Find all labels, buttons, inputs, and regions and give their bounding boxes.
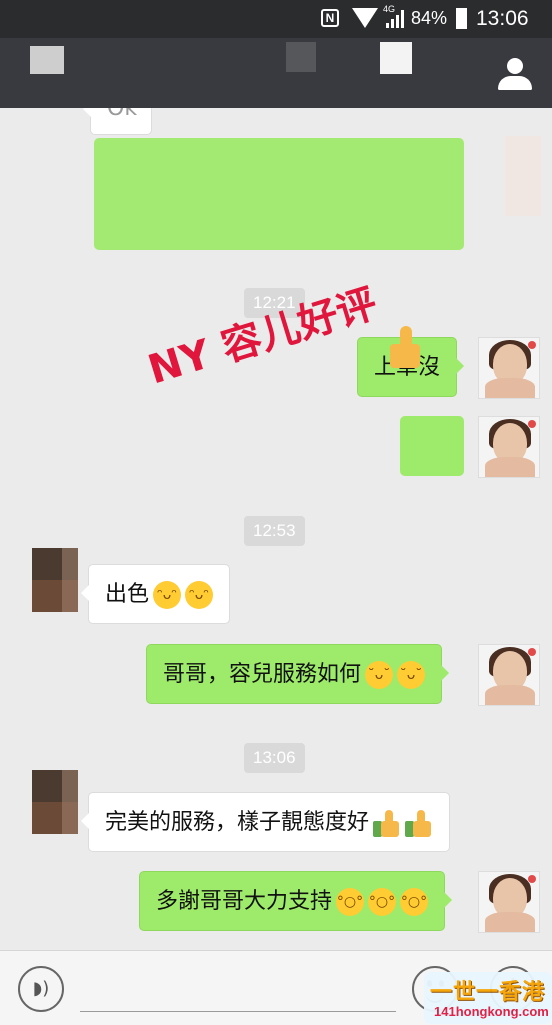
chat-title-redacted [286, 42, 316, 72]
wink-tongue-emoji-icon: ˘ᴗ˘ [365, 661, 394, 689]
message-text: 完美的服務，樣子靚態度好 [105, 810, 370, 835]
grin-emoji-icon: ᵔᴗᵔ [153, 581, 182, 609]
nfc-icon: N [321, 9, 339, 27]
status-bar: N 4G 84% 13:06 [0, 0, 552, 38]
message-bubble-partial[interactable]: Ok [83, 108, 152, 135]
voice-icon[interactable]: ◗) [18, 966, 64, 1012]
signal-icon [386, 10, 406, 28]
logo-url: 141hongkong.com [434, 1004, 549, 1019]
back-button[interactable] [30, 46, 64, 74]
message-bubble-outgoing[interactable]: 哥哥，容兒服務如何 ˘ᴗ˘ ˘ᴗ˘ [146, 644, 450, 704]
flushed-emoji-icon: °○° [400, 888, 429, 916]
image-message[interactable] [400, 416, 464, 476]
chat-messages[interactable]: Ok 12:21 上車沒 12:53 出色ᵔᴗᵔᵔᴗᵔ 哥哥，容兒服務如何˘ᴗ˘… [0, 108, 552, 950]
message-bubble-incoming[interactable]: 出色 ᵔᴗᵔ ᵔᴗᵔ [80, 564, 231, 624]
redacted-avatar [505, 136, 541, 216]
wifi-icon [352, 8, 378, 28]
message-bubble-outgoing[interactable]: 多謝哥哥大力支持 °○° °○° °○° [139, 871, 453, 931]
logo-title: 一世一香港 [430, 980, 546, 1005]
battery-percent: 84% [411, 8, 448, 28]
status-time: 13:06 [476, 7, 529, 30]
my-avatar[interactable] [478, 644, 540, 706]
my-avatar[interactable] [478, 416, 540, 478]
message-text: Ok [107, 108, 138, 121]
my-avatar[interactable] [478, 871, 540, 933]
redacted-message [94, 138, 464, 250]
site-logo: 一世一香港 141hongkong.com [424, 972, 552, 1024]
message-text: 哥哥，容兒服務如何 [163, 662, 362, 687]
grin-emoji-icon: ᵔᴗᵔ [185, 581, 214, 609]
thumbs-up-icon [405, 809, 433, 837]
message-text: 出色 [105, 582, 150, 607]
profile-icon[interactable] [498, 58, 532, 90]
flushed-emoji-icon: °○° [368, 888, 397, 916]
wink-tongue-emoji-icon: ˘ᴗ˘ [397, 661, 426, 689]
chat-title-redacted-2 [380, 42, 412, 74]
message-bubble-incoming[interactable]: 完美的服務，樣子靚態度好 [80, 792, 451, 852]
my-avatar[interactable] [478, 337, 540, 399]
message-input[interactable] [80, 1011, 396, 1012]
flushed-emoji-icon: °○° [336, 888, 365, 916]
chat-title-bar [0, 38, 552, 108]
message-text: 多謝哥哥大力支持 [156, 889, 333, 914]
battery-icon [456, 8, 467, 29]
timestamp: 12:53 [244, 516, 305, 546]
friend-avatar[interactable] [32, 770, 78, 834]
friend-avatar[interactable] [32, 548, 78, 612]
timestamp: 13:06 [244, 743, 305, 773]
thumbs-up-icon [373, 809, 401, 837]
thumbs-up-icon [382, 326, 426, 370]
